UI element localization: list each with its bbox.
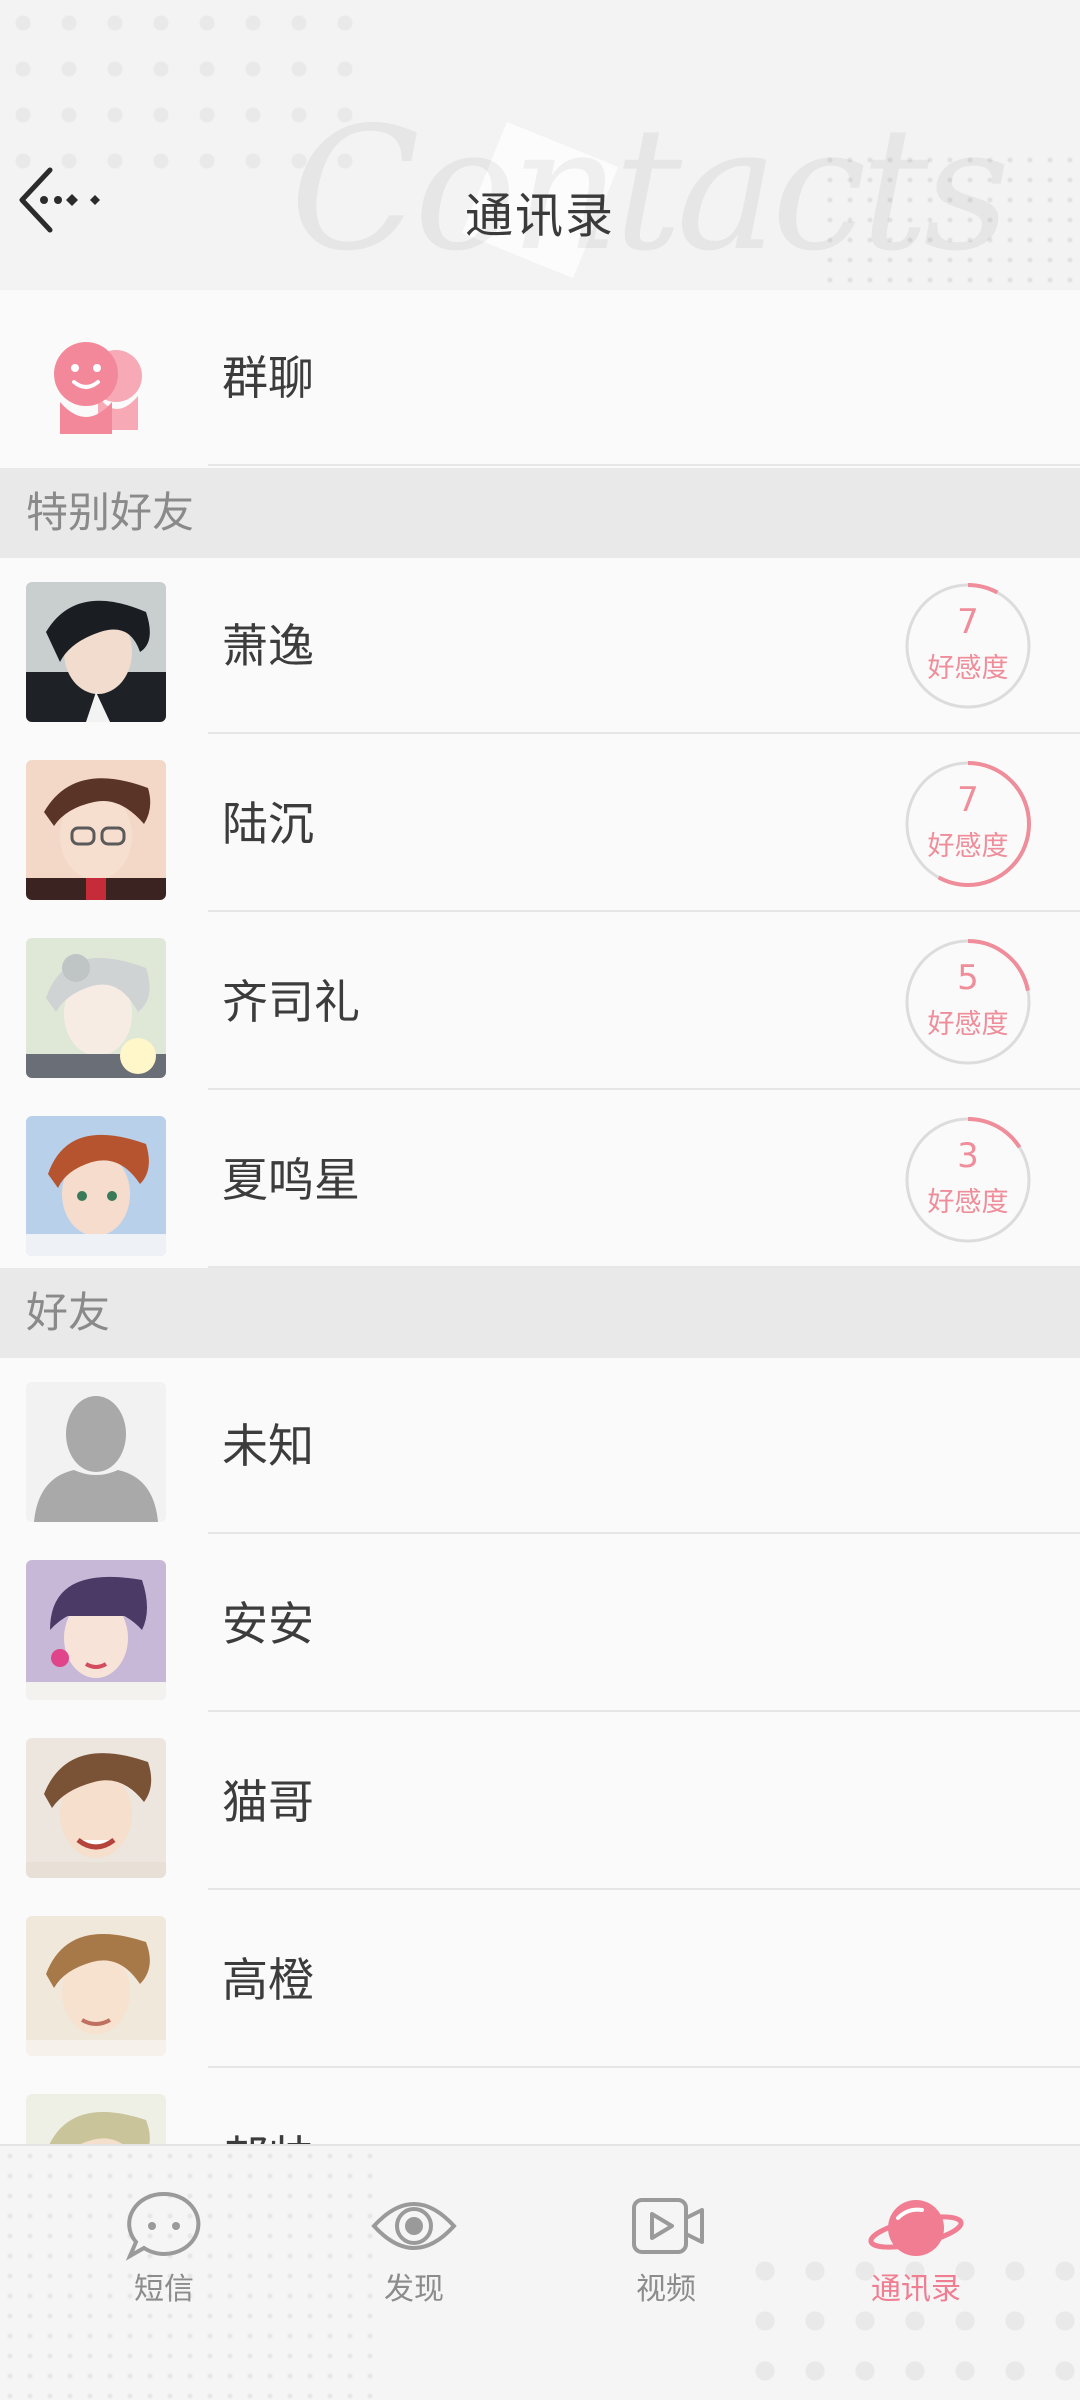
contact-name: 萧逸 (222, 619, 314, 673)
affection-label: 好感度 (927, 1187, 1009, 1218)
affection-ring: 3 好感度 (904, 1116, 1032, 1244)
contacts-page: Contacts 通讯录 群聊 特别好友 萧逸 7 好感度 陆沉 7 好感度 齐… (0, 0, 1080, 2400)
affection-value: 3 (957, 1136, 979, 1176)
affection-value: 7 (957, 602, 979, 642)
contact-name: 齐司礼 (222, 975, 360, 1029)
contact-row-qisili[interactable]: 齐司礼 5 好感度 (0, 914, 1080, 1090)
divider (208, 1088, 1080, 1090)
avatar (26, 1116, 166, 1256)
contact-name: 高橙 (222, 1953, 314, 2007)
contact-name: 夏鸣星 (222, 1153, 360, 1207)
planet-icon (868, 2200, 964, 2256)
section-title: 特别好友 (26, 488, 195, 537)
contact-name: 安安 (222, 1597, 314, 1651)
group-chat-icon (26, 314, 166, 454)
affection-label: 好感度 (927, 653, 1009, 684)
affection-ring: 7 好感度 (904, 582, 1032, 710)
contact-row-unknown[interactable]: 未知 (0, 1358, 1080, 1534)
nav-label: 通讯录 (871, 2272, 961, 2307)
section-header-friends: 好友 (0, 1268, 1080, 1358)
group-chat-row[interactable]: 群聊 (0, 290, 1080, 466)
contact-row-anan[interactable]: 安安 (0, 1536, 1080, 1712)
divider (208, 2066, 1080, 2068)
bottom-navigation: 短信 发现 视频 通讯录 (0, 2144, 1080, 2400)
contact-row-xiaoyi[interactable]: 萧逸 7 好感度 (0, 558, 1080, 734)
contact-row-xiamingxing[interactable]: 夏鸣星 3 好感度 (0, 1092, 1080, 1268)
contact-row-gaocheng[interactable]: 高橙 (0, 1892, 1080, 2068)
contact-row-maoge[interactable]: 猫哥 (0, 1714, 1080, 1890)
nav-tab-contacts[interactable]: 通讯录 (816, 2146, 1016, 2400)
affection-ring: 7 好感度 (904, 760, 1032, 888)
affection-value: 7 (957, 780, 979, 820)
affection-ring: 5 好感度 (904, 938, 1032, 1066)
avatar (26, 938, 166, 1078)
affection-value: 5 (957, 958, 979, 998)
nav-tab-video[interactable]: 视频 (566, 2146, 766, 2400)
avatar (26, 1916, 166, 2056)
avatar (26, 1560, 166, 1700)
affection-label: 好感度 (927, 1009, 1009, 1040)
divider (208, 910, 1080, 912)
divider (208, 464, 1080, 466)
contact-name: 陆沉 (222, 797, 314, 851)
divider (208, 1710, 1080, 1712)
divider (208, 1532, 1080, 1534)
eye-icon (371, 2202, 457, 2250)
section-title: 好友 (26, 1288, 111, 1337)
contact-name: 未知 (222, 1419, 314, 1473)
avatar (26, 760, 166, 900)
video-play-icon (632, 2198, 704, 2254)
page-title: 通讯录 (464, 188, 615, 244)
divider (208, 732, 1080, 734)
nav-label: 短信 (134, 2272, 194, 2307)
affection-label: 好感度 (927, 831, 1009, 862)
header: Contacts 通讯录 (0, 0, 1080, 290)
nav-label: 视频 (636, 2272, 696, 2307)
contact-name: 猫哥 (222, 1775, 314, 1829)
nav-tab-messages[interactable]: 短信 (64, 2146, 264, 2400)
divider (208, 1888, 1080, 1890)
group-chat-label: 群聊 (222, 351, 314, 405)
nav-tab-discover[interactable]: 发现 (314, 2146, 514, 2400)
message-bubble-icon (125, 2191, 201, 2261)
avatar (26, 1738, 166, 1878)
nav-label: 发现 (384, 2272, 444, 2307)
avatar-placeholder (26, 1382, 166, 1522)
contact-row-luchen[interactable]: 陆沉 7 好感度 (0, 736, 1080, 912)
avatar (26, 582, 166, 722)
section-header-special-friends: 特别好友 (0, 468, 1080, 558)
